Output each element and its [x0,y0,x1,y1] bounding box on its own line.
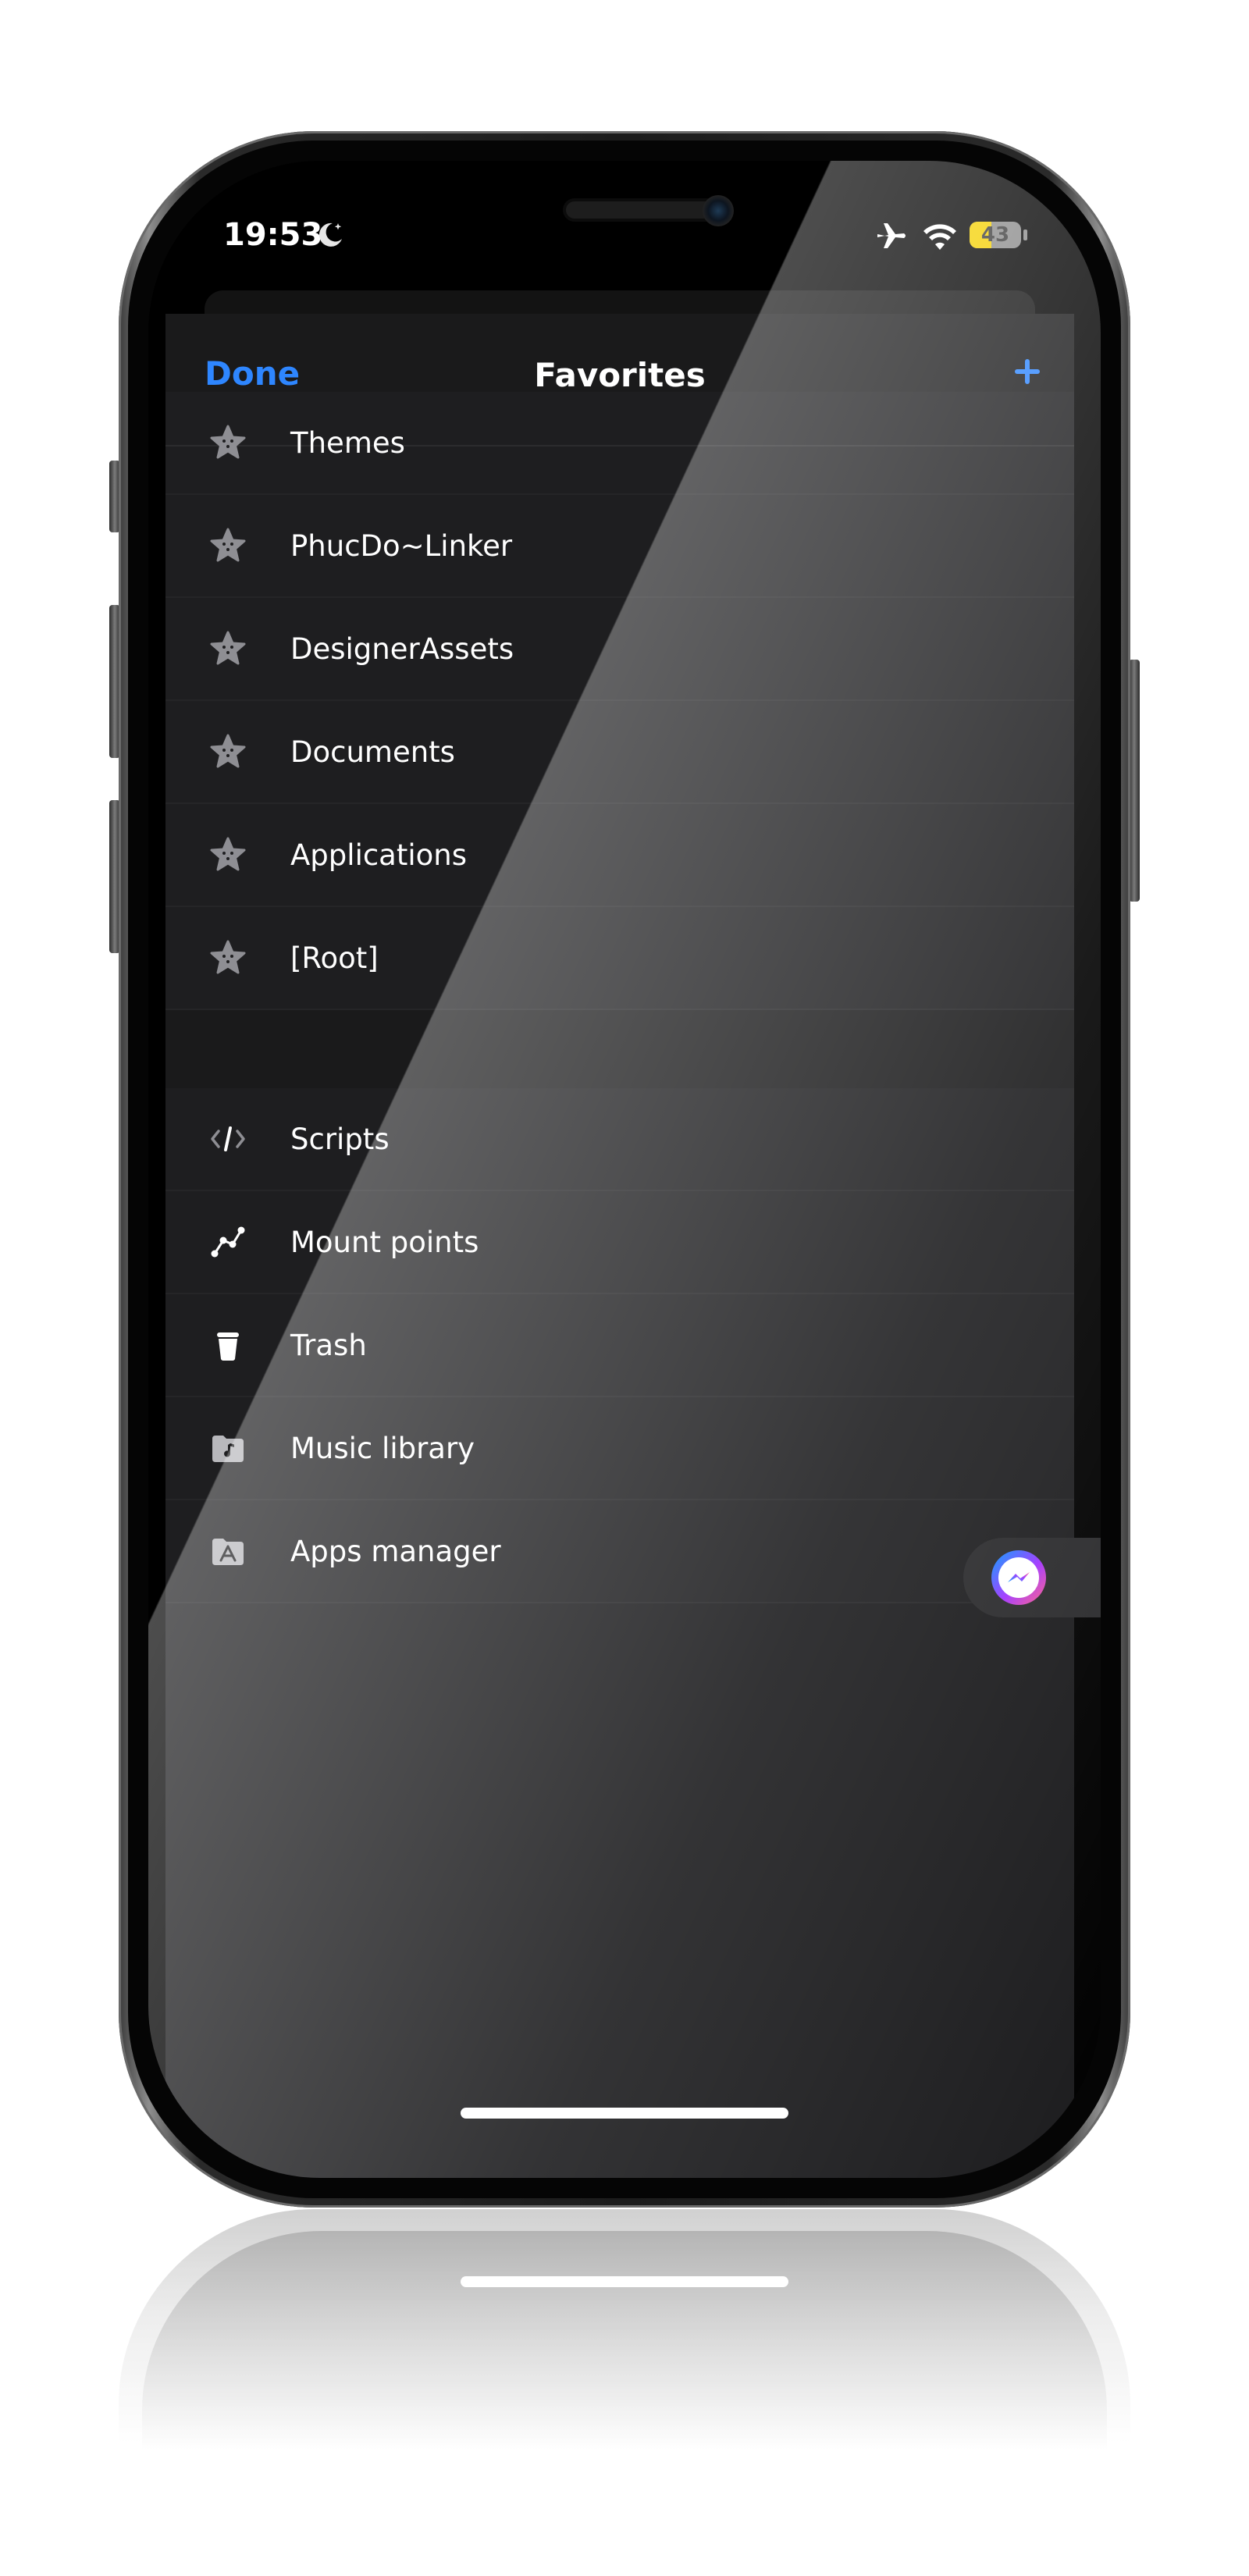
list-item-label: Themes [290,425,405,460]
list-item-label: Applications [290,838,468,872]
music-folder-icon [212,1436,244,1462]
messenger-icon [991,1550,1046,1605]
code-icon [211,1126,245,1151]
page-title: Favorites [534,356,706,394]
list-item-label: Apps manager [290,1534,501,1568]
favorite-star-icon [210,940,246,974]
floating-chat-button[interactable] [963,1538,1101,1617]
trash-icon [217,1332,239,1361]
favorites-sheet: Done Favorites Themes PhucDo~Linker Desi… [165,314,1074,2178]
favorite-item-themes[interactable]: Themes [165,392,1074,495]
list-item-label: Documents [290,735,455,769]
list-item-label: Trash [290,1328,367,1362]
tool-item-scripts[interactable]: Scripts [165,1088,1074,1191]
earpiece [566,201,722,219]
favorites-list: Themes PhucDo~Linker DesignerAssets Docu… [165,392,1074,1010]
tool-item-trash[interactable]: Trash [165,1294,1074,1397]
list-item-label: Scripts [290,1122,390,1156]
moon-icon [318,222,342,247]
favorite-star-icon [210,734,246,768]
mount-points-icon [211,1226,245,1258]
tool-item-apps-manager[interactable]: Apps manager [165,1500,1074,1603]
tools-list: Scripts Mount points Trash Music library… [165,1088,1074,1603]
favorite-item-designerassets[interactable]: DesignerAssets [165,598,1074,701]
battery-level: 43 [980,223,1010,247]
favorite-item-phucdo-linker[interactable]: PhucDo~Linker [165,495,1074,598]
favorite-star-icon [210,837,246,871]
section-spacer [165,1010,1074,1088]
list-item-label: Mount points [290,1225,479,1259]
battery-icon: 43 [970,222,1021,248]
home-indicator-reflection [461,2276,788,2287]
favorite-star-icon [210,631,246,665]
list-item-label: [Root] [290,941,379,975]
list-item-label: PhucDo~Linker [290,528,513,563]
list-item-label: DesignerAssets [290,632,514,666]
home-indicator[interactable] [461,2108,788,2119]
phone-reflection [119,2209,1130,2450]
favorite-item-applications[interactable]: Applications [165,804,1074,907]
list-item-label: Music library [290,1431,475,1465]
favorite-item-root[interactable]: [Root] [165,907,1074,1010]
add-button[interactable] [1004,348,1051,395]
tool-item-mount-points[interactable]: Mount points [165,1191,1074,1294]
power-button [1129,660,1140,902]
apps-folder-icon [212,1539,244,1565]
favorite-item-documents[interactable]: Documents [165,701,1074,804]
favorite-star-icon [210,425,246,459]
battery-tip [1023,229,1027,240]
plus-icon [1015,359,1040,384]
front-camera [703,195,734,226]
favorite-star-icon [210,528,246,562]
phone-screen: 19:53 43 Done Favorites Themes PhucDo~Li… [148,161,1101,2178]
airplane-icon [877,223,906,248]
tool-item-music-library[interactable]: Music library [165,1397,1074,1500]
messenger-bolt [1008,1572,1030,1582]
wifi-icon [923,224,956,250]
status-time: 19:53 [223,217,323,253]
